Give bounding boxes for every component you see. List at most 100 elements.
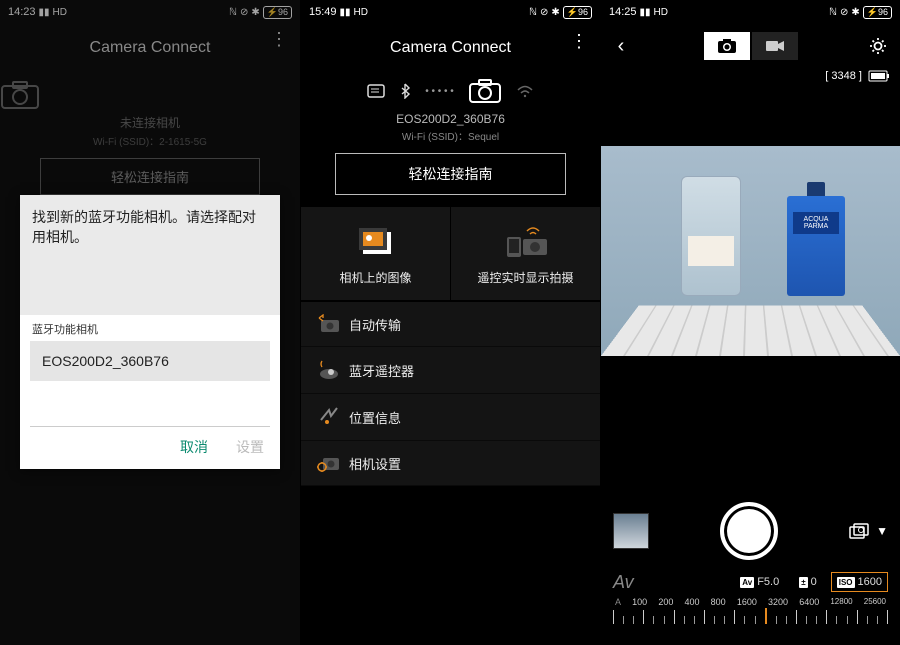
last-photo-thumbnail[interactable] — [613, 513, 649, 549]
tile-images[interactable]: 相机上的图像 — [301, 207, 451, 300]
scale-tick — [664, 616, 665, 624]
scale-tick — [796, 610, 797, 624]
aperture-box[interactable]: Av F5.0 — [734, 572, 785, 592]
wifi-icon — [516, 84, 534, 98]
iso-box[interactable]: ISO 1600 — [831, 572, 888, 592]
battery-indicator: ⚡96 — [563, 6, 592, 19]
menu-auto-transfer[interactable]: 自动传输 — [301, 302, 600, 347]
menu-label: 相机设置 — [349, 454, 401, 473]
scale-tick — [867, 616, 868, 624]
scale-tick — [653, 616, 654, 624]
menu-settings[interactable]: 相机设置 — [301, 441, 600, 486]
hd-icon: HD — [654, 7, 668, 18]
clock: 14:25 — [609, 6, 637, 18]
battery-icon — [868, 70, 890, 82]
bottle-blue — [787, 196, 845, 296]
scale-tick — [744, 616, 745, 624]
scale-tick — [887, 610, 888, 624]
settings-icon[interactable] — [868, 36, 892, 56]
ok-button[interactable]: 设置 — [236, 437, 264, 457]
menu-location[interactable]: 位置信息 — [301, 394, 600, 441]
aperture-value: F5.0 — [757, 576, 779, 588]
iso-scale[interactable]: A1002004008001600320064001280025600 — [601, 597, 900, 639]
camera-settings-icon — [317, 453, 349, 473]
scale-tick — [714, 616, 715, 624]
bluetooth-icon: ✱ — [851, 7, 859, 18]
scale-tick — [857, 610, 858, 624]
hd-icon: HD — [354, 7, 368, 18]
scale-tick — [776, 616, 777, 624]
device-icon — [367, 84, 385, 98]
scale-tick — [806, 616, 807, 624]
location-icon — [317, 406, 349, 428]
scale-tick — [704, 610, 705, 624]
scale-label: A — [615, 597, 621, 607]
connection-path-row: • • • • • — [301, 78, 600, 104]
dnd-icon: ⊘ — [540, 7, 548, 18]
info-row: [ 3348 ] — [601, 68, 900, 84]
nfc-icon: ℕ — [829, 7, 837, 18]
ssid-text: Wi-Fi (SSID)：Sequel — [301, 128, 600, 143]
dialog-message: 找到新的蓝牙功能相机。请选择配对用相机。 — [20, 195, 280, 315]
scale-tick — [684, 616, 685, 624]
camera-icon — [468, 78, 502, 104]
bluetooth-icon — [399, 83, 411, 99]
device-list-item[interactable]: EOS200D2_360B76 — [30, 341, 270, 381]
status-bar: 14:25 ▮▮ HD ℕ ⊘ ✱ ⚡96 — [601, 0, 900, 24]
scale-tick — [755, 616, 756, 624]
tile-remote-shoot[interactable]: 遥控实时显示拍摄 — [451, 207, 600, 300]
scale-tick — [816, 616, 817, 624]
scale-label: 800 — [711, 597, 726, 607]
connection-guide-button[interactable]: 轻松连接指南 — [335, 153, 566, 195]
tab-photo[interactable] — [704, 32, 750, 60]
overflow-menu-icon[interactable]: ⋮ — [570, 38, 588, 44]
pairing-dialog: 找到新的蓝牙功能相机。请选择配对用相机。 蓝牙功能相机 EOS200D2_360… — [20, 195, 280, 469]
tile-label: 遥控实时显示拍摄 — [457, 269, 594, 286]
scale-label: 3200 — [768, 597, 788, 607]
camera-name-text: EOS200D2_360B76 — [301, 112, 600, 126]
scale-label: 100 — [632, 597, 647, 607]
drive-mode-icon[interactable] — [848, 522, 870, 540]
scale-label: 400 — [685, 597, 700, 607]
app-title: Camera Connect — [90, 39, 211, 57]
mode-label: Av — [613, 572, 634, 593]
bottle-clear — [681, 176, 741, 296]
iso-value: 1600 — [858, 576, 882, 588]
status-bar: 15:49 ▮▮ HD ℕ ⊘ ✱ ⚡96 — [301, 0, 600, 24]
shots-remaining: [ 3348 ] — [825, 70, 862, 82]
shoot-controls: ▼ Av Av F5.0 ± 0 ISO 1600 A1002 — [601, 495, 900, 645]
scale-label: 25600 — [864, 597, 886, 607]
scale-tick — [633, 616, 634, 624]
shutter-button[interactable] — [720, 502, 778, 560]
scale-label: 12800 — [830, 597, 852, 607]
overflow-menu-icon[interactable]: ⋮ — [270, 36, 288, 42]
scale-tick — [786, 616, 787, 624]
dots-text: • • • • • — [425, 86, 454, 97]
scale-tick — [724, 616, 725, 624]
bluetooth-icon: ✱ — [551, 7, 559, 18]
av-badge: Av — [740, 577, 754, 588]
bt-remote-icon — [317, 359, 349, 381]
menu-label: 自动传输 — [349, 315, 401, 334]
tile-label: 相机上的图像 — [307, 269, 444, 286]
back-button[interactable]: ‹ — [609, 35, 633, 58]
scale-label: 1600 — [737, 597, 757, 607]
live-view[interactable] — [601, 146, 900, 356]
signal-icon: ▮▮ — [640, 7, 651, 18]
scale-tick — [613, 610, 614, 624]
screen-2: 15:49 ▮▮ HD ℕ ⊘ ✱ ⚡96 Camera Connect ⋮ •… — [300, 0, 600, 645]
ev-box[interactable]: ± 0 — [793, 572, 823, 592]
tab-video[interactable] — [752, 32, 798, 60]
chevron-down-icon[interactable]: ▼ — [876, 524, 888, 538]
nfc-icon: ℕ — [529, 7, 537, 18]
menu-bt-remote[interactable]: 蓝牙遥控器 — [301, 347, 600, 394]
scale-tick — [847, 616, 848, 624]
menu-label: 位置信息 — [349, 408, 401, 427]
menu-label: 蓝牙遥控器 — [349, 361, 414, 380]
auto-transfer-icon — [317, 314, 349, 334]
exposure-row: Av Av F5.0 ± 0 ISO 1600 — [601, 567, 900, 597]
cancel-button[interactable]: 取消 — [180, 437, 208, 457]
iso-badge: ISO — [837, 577, 855, 588]
remote-shoot-icon — [457, 225, 594, 259]
app-header: Camera Connect ⋮ — [0, 24, 300, 72]
